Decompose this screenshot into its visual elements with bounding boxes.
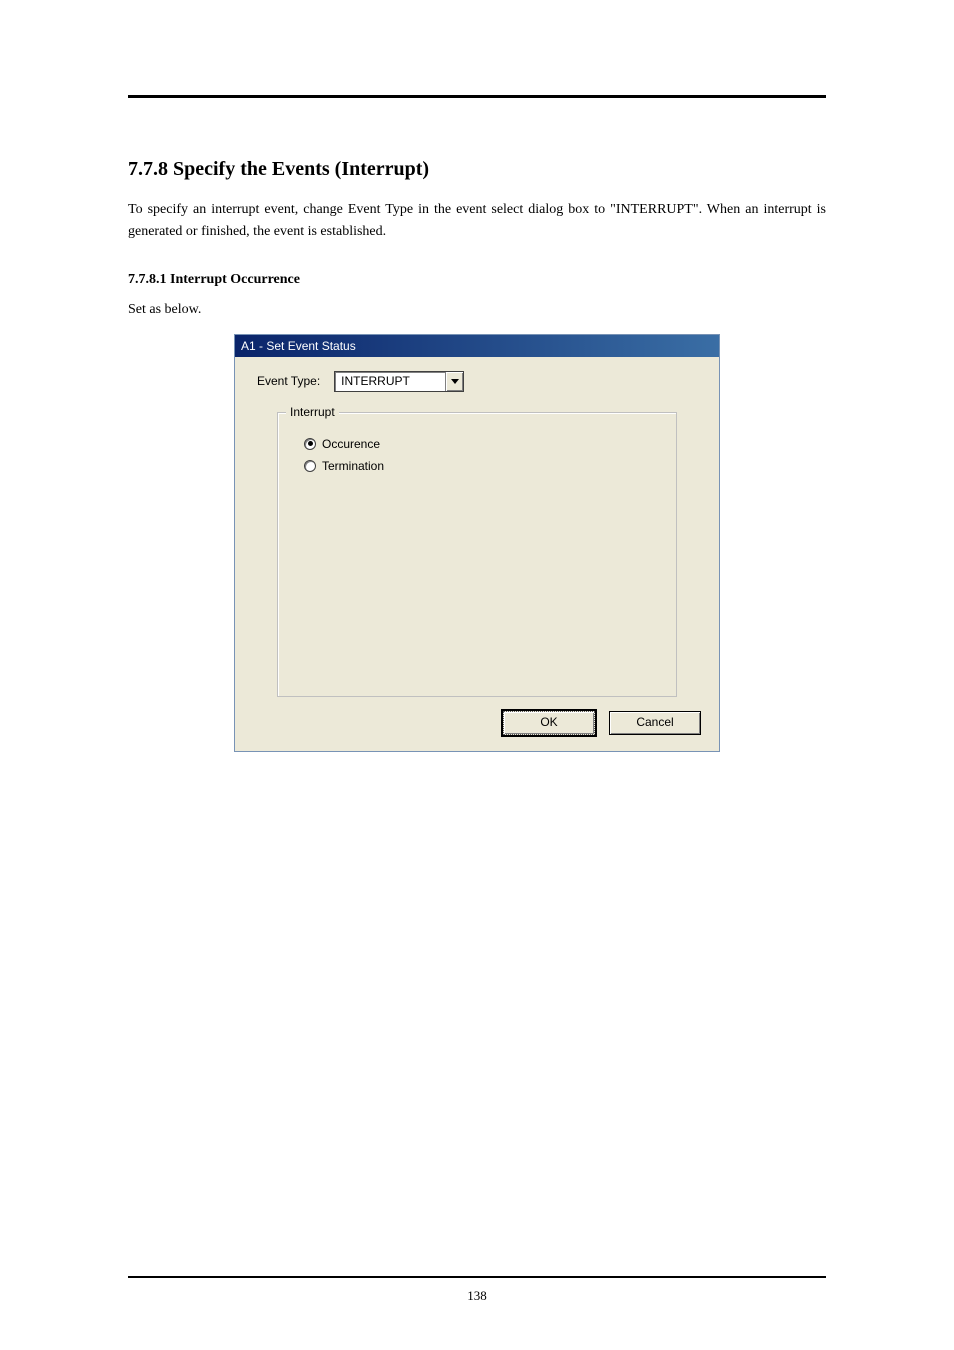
subsection-text: Set as below.: [128, 302, 826, 318]
radio-termination-row[interactable]: Termination: [304, 459, 662, 473]
dialog-titlebar[interactable]: A1 - Set Event Status: [235, 335, 719, 357]
page-number: 138: [0, 1288, 954, 1304]
radio-occurence-row[interactable]: Occurence: [304, 437, 662, 451]
interrupt-groupbox: Interrupt Occurence Termination: [277, 412, 677, 697]
event-type-selected-value: INTERRUPT: [335, 372, 445, 391]
triangle-down-icon: [451, 379, 459, 384]
groupbox-label: Interrupt: [286, 405, 339, 419]
set-event-status-dialog: A1 - Set Event Status Event Type: INTERR…: [234, 334, 720, 752]
event-type-label: Event Type:: [257, 374, 320, 388]
radio-termination-label: Termination: [322, 459, 384, 473]
radio-occurence-label: Occurence: [322, 437, 380, 451]
chevron-down-icon[interactable]: [445, 372, 463, 391]
ok-button[interactable]: OK: [503, 711, 595, 735]
radio-occurence[interactable]: [304, 438, 316, 450]
dialog-title: A1 - Set Event Status: [241, 339, 356, 353]
section-body-text: To specify an interrupt event, change Ev…: [128, 199, 826, 244]
dialog-body: Event Type: INTERRUPT Interrupt Occurenc…: [235, 357, 719, 697]
top-divider: [128, 95, 826, 98]
event-type-row: Event Type: INTERRUPT: [257, 371, 703, 392]
section-heading: 7.7.8 Specify the Events (Interrupt): [128, 158, 826, 181]
cancel-button[interactable]: Cancel: [609, 711, 701, 735]
event-type-select[interactable]: INTERRUPT: [334, 371, 464, 392]
dialog-button-row: OK Cancel: [235, 697, 719, 751]
subsection-heading: 7.7.8.1 Interrupt Occurrence: [128, 272, 826, 288]
page-content: 7.7.8 Specify the Events (Interrupt) To …: [128, 158, 826, 752]
bottom-divider: [128, 1276, 826, 1278]
radio-termination[interactable]: [304, 460, 316, 472]
